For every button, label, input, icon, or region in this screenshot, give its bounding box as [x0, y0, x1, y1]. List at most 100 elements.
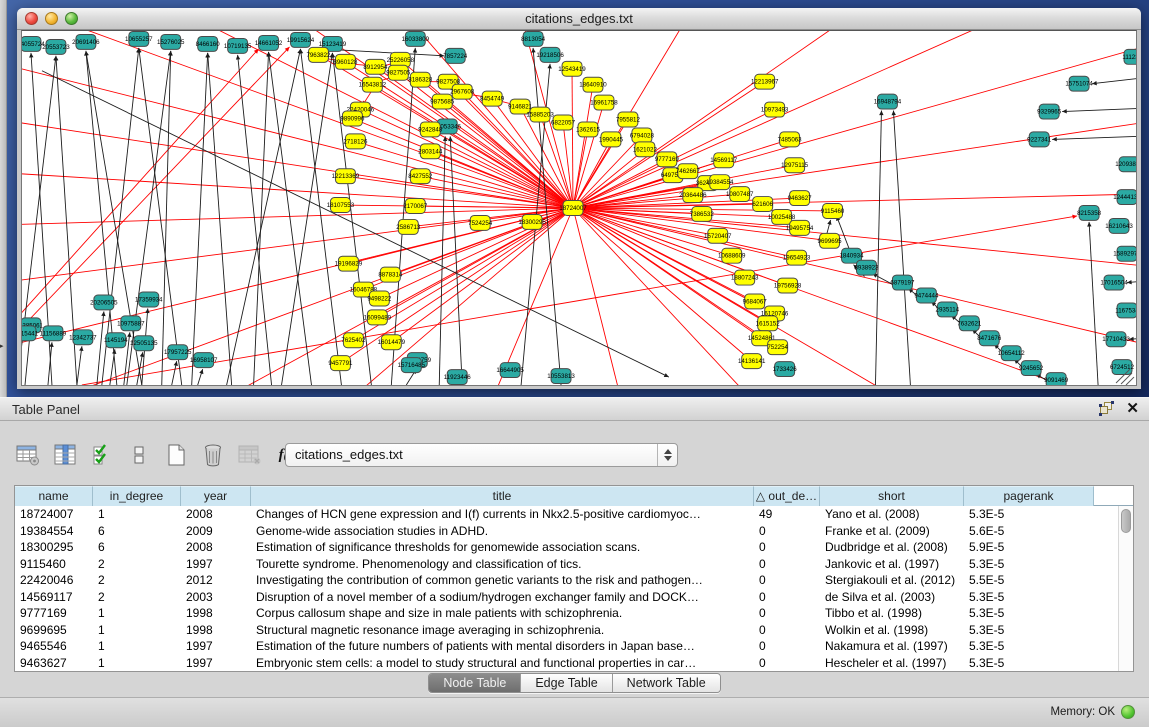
graph-node-label: 17016504 [1100, 280, 1128, 287]
graph-node-label: 18807243 [731, 275, 759, 282]
node-table-header[interactable]: namein_degreeyeartitle△ out_de…shortpage… [15, 486, 1133, 506]
graph-node-label: 8912954 [363, 64, 388, 71]
select-rows-icon [92, 444, 112, 466]
graph-node-label: 10025488 [768, 214, 796, 221]
graph-node-label: 2967608 [450, 89, 475, 96]
table-tabs-bar: Node TableEdge TableNetwork Table [0, 673, 1149, 693]
network-canvas[interactable]: 1405572420553723206914061065525715276025… [21, 30, 1137, 386]
column-header-title[interactable]: title [251, 486, 754, 506]
column-header-short[interactable]: short [820, 486, 964, 506]
table-row[interactable]: 946554611997Estimation of the future num… [15, 638, 1118, 655]
tab-network-table[interactable]: Network Table [613, 674, 720, 692]
table-panel: Table Panel ✕ f(x) citations_edges.txt n… [0, 397, 1149, 727]
graph-node-label: 9146821 [508, 104, 533, 111]
memory-ok-icon [1121, 705, 1135, 719]
graph-node-label: 12444134 [1113, 194, 1136, 201]
column-header-in_degree[interactable]: in_degree [93, 486, 181, 506]
graph-node-label: 15716485 [398, 362, 426, 369]
table-panel-header[interactable]: Table Panel ✕ [0, 397, 1149, 421]
table-cell: 9699695 [15, 622, 93, 639]
graph-node-label: 2935114 [936, 306, 960, 313]
column-header-pagerank[interactable]: pagerank [964, 486, 1094, 506]
graph-node-label: 19495754 [786, 225, 814, 232]
table-select-dropdown[interactable]: citations_edges.txt [285, 443, 678, 467]
graph-node-label: 9242848 [418, 126, 443, 133]
graph-node-label: 16644905 [496, 367, 524, 374]
table-cell: 1997 [181, 655, 251, 672]
graph-node-label: 11923446 [444, 374, 472, 381]
delete-table-disabled-button[interactable] [236, 440, 264, 470]
graph-node-label: 10973493 [761, 107, 789, 114]
delete-table-disabled-icon [238, 444, 262, 466]
network-window[interactable]: citations_edges.txt 14055724205537232069… [17, 8, 1141, 389]
graph-node-label: 10975887 [117, 320, 145, 327]
unselect-rows-button[interactable] [125, 440, 153, 470]
show-columns-button[interactable] [51, 440, 79, 470]
graph-node-label: 2718126 [343, 138, 368, 145]
column-header-out_de[interactable]: △ out_de… [754, 486, 820, 506]
graph-node-label: 8938923 [854, 265, 879, 272]
graph-node-label: 6724512 [1110, 364, 1135, 371]
table-cell: 2 [93, 556, 181, 573]
graph-node-label: 1840934 [840, 253, 865, 260]
dropdown-stepper-icon[interactable] [657, 444, 677, 466]
table-cell: Corpus callosum shape and size in male p… [251, 605, 754, 622]
graph-node-label: 7524254 [468, 220, 493, 227]
table-row[interactable]: 977716911998Corpus callosum shape and si… [15, 605, 1118, 622]
control-panel-edge[interactable]: ▸ [0, 0, 7, 397]
graph-node-label: 1990445 [599, 136, 624, 143]
delete-trash-button[interactable] [199, 440, 227, 470]
graph-node-label: 16948794 [874, 99, 902, 106]
show-columns-icon [53, 444, 77, 466]
graph-node-label: 14569117 [710, 157, 738, 164]
graph-node-label: 12213369 [332, 173, 360, 180]
graph-node-label: 20364486 [679, 192, 707, 199]
graph-node-label: 14661052 [255, 40, 283, 47]
table-row[interactable]: 1872400712008Changes of HCN gene express… [15, 506, 1118, 523]
table-row[interactable]: 1938455462009Genome-wide association stu… [15, 523, 1118, 540]
node-table-body[interactable]: 1872400712008Changes of HCN gene express… [15, 506, 1118, 671]
graph-node-label: 12093822 [1115, 161, 1136, 168]
graph-node-label: 9463627 [788, 195, 813, 202]
table-row[interactable]: 911546021997Tourette syndrome. Phenomeno… [15, 556, 1118, 573]
tab-node-table[interactable]: Node Table [429, 674, 521, 692]
scrollbar-thumb[interactable] [1121, 509, 1131, 533]
graph-node-label: 1733426 [773, 366, 798, 373]
table-toolbar: f(x) [14, 437, 301, 473]
citation-network-graph[interactable]: 1405572420553723206914061065525715276025… [22, 31, 1136, 385]
table-row[interactable]: 946362711997Embryonic stem cells: a mode… [15, 655, 1118, 672]
table-cell: Investigating the contribution of common… [251, 572, 754, 589]
table-row[interactable]: 1830029562008Estimation of significance … [15, 539, 1118, 556]
table-options-icon [16, 444, 40, 466]
table-cell: 9463627 [15, 655, 93, 672]
graph-node-label: 10654112 [998, 350, 1026, 357]
graph-node-label: 15276025 [157, 39, 185, 46]
graph-node-label: 1615152 [756, 320, 781, 327]
graph-node-label: 17710433 [1102, 336, 1130, 343]
graph-node-label: 17359934 [135, 296, 163, 303]
column-header-name[interactable]: name [15, 486, 93, 506]
table-cell: 2012 [181, 572, 251, 589]
new-table-button[interactable] [162, 440, 190, 470]
float-panel-icon[interactable] [1099, 401, 1114, 416]
table-row[interactable]: 969969511998Structural magnetic resonanc… [15, 622, 1118, 639]
graph-node-label: 16014479 [378, 339, 406, 346]
graph-node-label: 10807487 [726, 191, 754, 198]
table-cell: 5.3E-5 [964, 506, 1094, 523]
table-cell: 0 [754, 556, 820, 573]
vertical-scrollbar[interactable] [1118, 506, 1133, 671]
table-options-button[interactable] [14, 440, 42, 470]
select-rows-button[interactable] [88, 440, 116, 470]
graph-node-label: 12213967 [751, 79, 779, 86]
network-window-titlebar[interactable]: citations_edges.txt [17, 8, 1141, 30]
panel-collapse-arrow-icon[interactable]: ▸ [0, 342, 4, 350]
column-header-year[interactable]: year [181, 486, 251, 506]
tab-edge-table[interactable]: Edge Table [521, 674, 612, 692]
graph-node-label: 7955812 [616, 116, 641, 123]
table-cell: 14569117 [15, 589, 93, 606]
close-panel-icon[interactable]: ✕ [1126, 401, 1139, 416]
table-row[interactable]: 2242004622012Investigating the contribut… [15, 572, 1118, 589]
table-row[interactable]: 1456911722003Disruption of a novel membe… [15, 589, 1118, 606]
node-table[interactable]: namein_degreeyeartitle△ out_de…shortpage… [14, 485, 1134, 672]
table-cell: 5.3E-5 [964, 605, 1094, 622]
